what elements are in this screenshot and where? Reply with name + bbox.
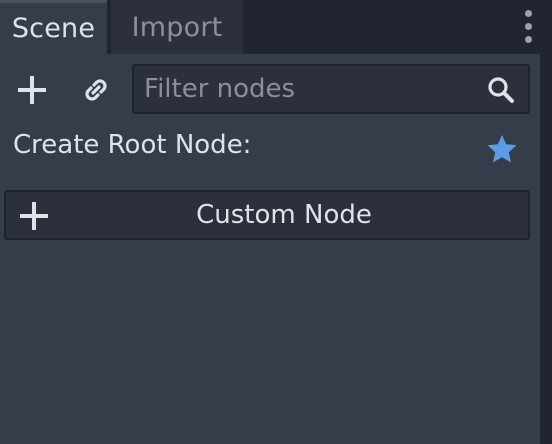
kebab-menu-icon[interactable] bbox=[522, 10, 534, 44]
star-icon[interactable] bbox=[486, 134, 518, 164]
filter-nodes-field[interactable] bbox=[132, 64, 530, 114]
tab-scene[interactable]: Scene bbox=[0, 0, 107, 54]
filter-nodes-input[interactable] bbox=[144, 66, 474, 112]
instantiate-scene-button[interactable] bbox=[74, 70, 118, 110]
search-icon bbox=[488, 77, 514, 103]
tab-import-label: Import bbox=[131, 11, 223, 43]
add-node-button[interactable] bbox=[12, 70, 52, 110]
tab-import[interactable]: Import bbox=[111, 0, 243, 54]
plus-icon bbox=[18, 76, 46, 104]
custom-node-button[interactable]: Custom Node bbox=[4, 190, 530, 240]
custom-node-label: Custom Node bbox=[196, 200, 372, 230]
dock-tab-bar: Scene Import bbox=[0, 0, 552, 54]
tab-scene-label: Scene bbox=[11, 13, 96, 44]
create-root-node-label: Create Root Node: bbox=[13, 130, 252, 160]
scene-panel: Create Root Node: Custom Node bbox=[0, 54, 540, 444]
scene-dock: Scene Import Filter nodes Create Root No… bbox=[0, 0, 552, 444]
link-icon bbox=[85, 79, 107, 101]
